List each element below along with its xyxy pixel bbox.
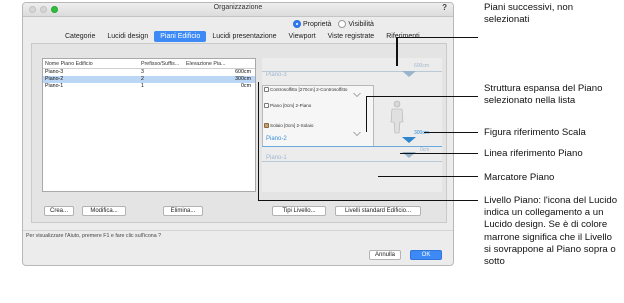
cell-name: Piano-2 — [45, 76, 64, 82]
piani-edificio-panel: Nome Piano Edificio Prefisso/Suffis... E… — [31, 43, 447, 223]
layer-link-icon — [264, 87, 269, 92]
layer-level-row[interactable]: Piano [0cm] 2-Piano — [264, 103, 311, 108]
column-header-name[interactable]: Nome Piano Edificio — [43, 59, 139, 68]
story-marker — [402, 71, 416, 77]
preview-elevation-selected: 300cm — [414, 130, 430, 136]
callout-line — [424, 132, 478, 133]
tipi-livello-button[interactable]: Tipi Livello... — [272, 206, 326, 216]
callout-line — [258, 82, 259, 201]
tab-lucidi-presentazione[interactable]: Lucidi presentazione — [206, 31, 282, 42]
story-marker-selected — [402, 137, 416, 143]
title-bar: Organizzazione ? — [23, 3, 453, 17]
callout-line — [258, 200, 478, 201]
help-icon[interactable]: ? — [442, 3, 447, 12]
tab-viewport[interactable]: Viewport — [283, 31, 322, 42]
preview-elevation: 600cm — [414, 63, 430, 69]
level-marker-icon — [353, 93, 361, 97]
scale-figure-icon — [390, 100, 404, 134]
callout-line — [396, 37, 478, 38]
callout-line — [366, 96, 367, 132]
ok-button[interactable]: OK — [410, 250, 442, 260]
elimina-button[interactable]: Elimina... — [163, 206, 203, 216]
callout-piani-successivi: Piani successivi, non selezionati — [484, 2, 574, 26]
layer-level-row[interactable]: Solaio [0cm] 2-Solaio — [264, 123, 313, 128]
cell-prefix: 1 — [141, 83, 144, 89]
callout-line — [400, 153, 478, 154]
view-mode-radios: Proprietà Visibilità — [293, 20, 379, 30]
layer-level-row[interactable]: Controsoffitto [270cm] 2-Controsoffitto — [264, 87, 347, 92]
modifica-button[interactable]: Modifica... — [82, 206, 126, 216]
story-preview: Piano-3 600cm Controsoffitto [270cm] 2-C… — [262, 58, 442, 192]
cell-name: Piano-1 — [45, 83, 64, 89]
column-header-prefix[interactable]: Prefisso/Suffis... — [139, 59, 184, 68]
radio-visibilita[interactable]: Visibilità — [338, 20, 374, 28]
layer-level-label: Piano [0cm] 2-Piano — [270, 103, 312, 108]
column-header-elevation[interactable]: Elevazione Pia... — [184, 59, 255, 68]
callout-linea: Linea riferimento Piano — [484, 148, 583, 159]
livelli-standard-button[interactable]: Livelli standard Edificio... — [335, 206, 421, 216]
layer-link-icon — [264, 103, 269, 108]
radio-proprieta[interactable]: Proprietà — [293, 20, 331, 28]
organizzazione-dialog: Organizzazione ? Proprietà Visibilità Ca… — [22, 2, 454, 266]
layer-link-icon-overlap — [264, 123, 269, 128]
window-title: Organizzazione — [213, 4, 263, 11]
table-row[interactable]: Piano-3 3 600cm — [43, 69, 255, 76]
cell-name: Piano-3 — [45, 69, 64, 75]
callout-livello: Livello Piano: l'icona del Lucido indica… — [484, 195, 618, 268]
status-bar: Per visualizzare l'Aiuto, premere F1 e f… — [23, 230, 453, 240]
callout-struttura: Struttura espansa del Piano selezionato … — [484, 83, 603, 107]
cell-elevation: 600cm — [235, 69, 251, 75]
table-row-selected[interactable]: Piano-2 2 300cm — [43, 76, 255, 83]
radio-proprieta-dot[interactable] — [293, 20, 301, 28]
story-reference-line-selected — [262, 146, 442, 147]
radio-visibilita-dot[interactable] — [338, 20, 347, 28]
callout-line — [396, 37, 398, 66]
layer-level-label: Solaio [0cm] 2-Solaio — [270, 123, 314, 128]
tab-viste-registrate[interactable]: Viste registrate — [322, 31, 381, 42]
level-marker-icon — [353, 132, 361, 136]
cell-prefix: 2 — [141, 76, 144, 82]
tab-lucidi-design[interactable]: Lucidi design — [101, 31, 154, 42]
cell-prefix: 3 — [141, 69, 144, 75]
table-header: Nome Piano Edificio Prefisso/Suffis... E… — [43, 59, 255, 69]
annulla-button[interactable]: Annulla — [369, 250, 401, 260]
tab-bar: Categorie Lucidi design Piani Edificio L… — [59, 31, 426, 42]
radio-proprieta-label: Proprietà — [303, 20, 332, 28]
callout-figura: Figura riferimento Scala — [484, 127, 586, 138]
tab-piani-edificio[interactable]: Piani Edificio — [154, 31, 207, 42]
callout-line — [366, 96, 478, 97]
layer-level-label: Controsoffitto [270cm] 2-Controsoffitto — [270, 87, 348, 92]
preview-level-label-selected: Piano-2 — [266, 136, 287, 142]
radio-visibilita-label: Visibilità — [348, 20, 374, 28]
story-reference-line — [262, 161, 442, 162]
story-table[interactable]: Nome Piano Edificio Prefisso/Suffis... E… — [42, 58, 256, 192]
preview-level-label: Piano-3 — [266, 72, 287, 78]
callout-line — [378, 176, 478, 177]
cell-elevation: 0cm — [240, 83, 251, 89]
tab-categorie[interactable]: Categorie — [59, 31, 101, 42]
crea-button[interactable]: Crea... — [44, 206, 74, 216]
cell-elevation: 300cm — [235, 76, 251, 82]
table-row[interactable]: Piano-1 1 0cm — [43, 83, 255, 90]
callout-marcatore: Marcatore Piano — [484, 172, 555, 183]
